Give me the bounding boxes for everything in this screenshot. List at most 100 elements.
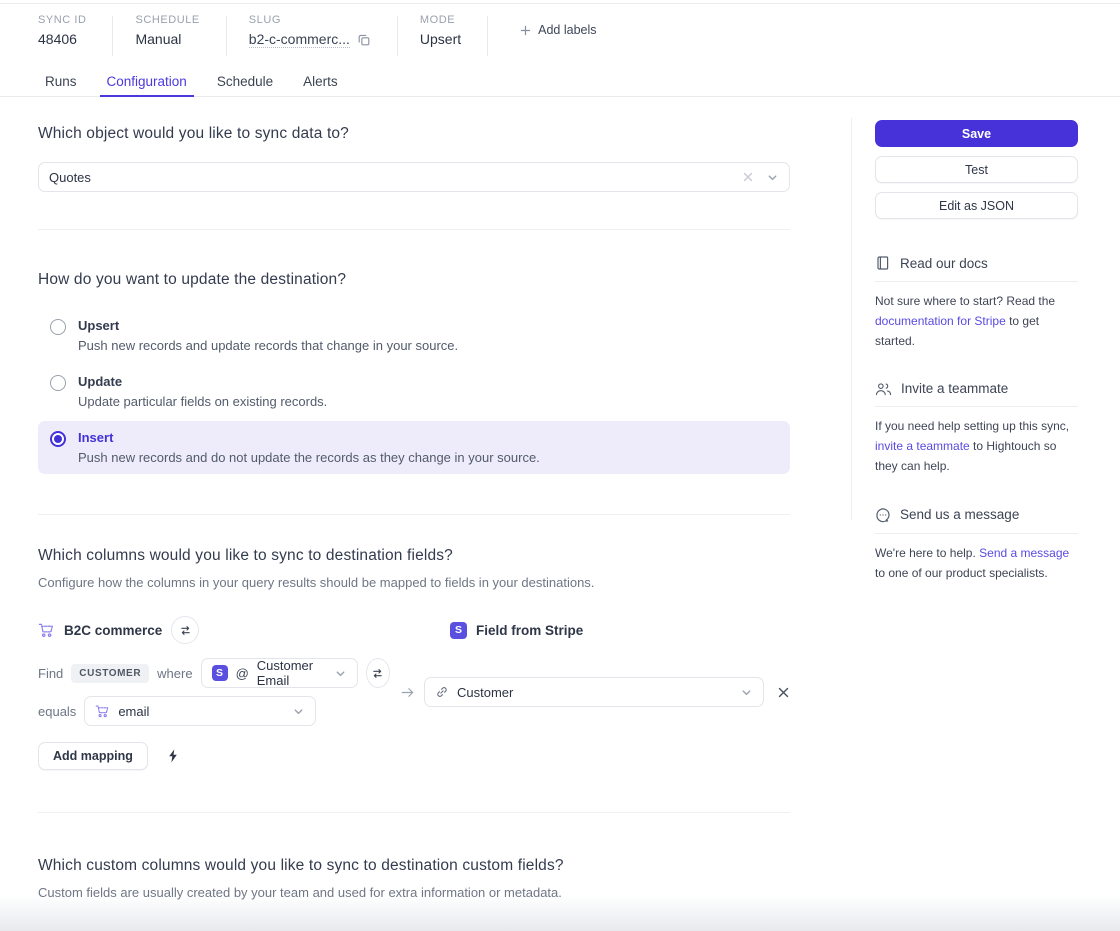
sync-configuration-page: SYNC ID 48406 SCHEDULE Manual SLUG b2-c-… xyxy=(0,0,1120,931)
radio-selected-icon[interactable] xyxy=(50,431,66,447)
invite-text: If you need help setting up this sync, i… xyxy=(875,417,1078,476)
header-divider xyxy=(487,16,488,56)
section-divider xyxy=(38,514,790,515)
add-labels-label: Add labels xyxy=(538,23,596,37)
stripe-icon: S xyxy=(212,665,228,681)
radio-icon[interactable] xyxy=(50,375,66,391)
chevron-down-icon[interactable] xyxy=(766,171,779,184)
invite-teammate-link[interactable]: invite a teammate xyxy=(875,439,970,453)
radio-option-description: Push new records and do not update the r… xyxy=(78,450,540,465)
stat-label: SLUG xyxy=(249,14,371,26)
close-icon xyxy=(777,686,790,699)
top-divider xyxy=(0,3,1120,4)
radio-icon[interactable] xyxy=(50,319,66,335)
stat-mode: MODE Upsert xyxy=(420,14,487,62)
link-icon xyxy=(435,685,449,699)
radio-option-upsert[interactable]: Upsert Push new records and update recor… xyxy=(38,309,790,362)
stripe-icon: S xyxy=(450,622,467,639)
tab-bar: Runs Configuration Schedule Alerts xyxy=(0,62,1120,97)
chevron-down-icon[interactable] xyxy=(292,705,305,718)
mapping-source-header: B2C commerce xyxy=(38,616,424,644)
invite-help-block: Invite a teammate If you need help setti… xyxy=(875,381,1078,476)
book-icon xyxy=(875,255,891,271)
plus-icon xyxy=(520,25,531,36)
destination-field-value: Customer xyxy=(457,685,732,700)
at-icon: @ xyxy=(236,666,249,681)
radio-option-label: Update xyxy=(78,374,327,389)
tab-schedule[interactable]: Schedule xyxy=(217,74,273,96)
send-message-link[interactable]: Send a message xyxy=(979,546,1069,560)
message-title: Send us a message xyxy=(900,507,1019,522)
docs-text-before: Not sure where to start? Read the xyxy=(875,294,1055,308)
tab-configuration[interactable]: Configuration xyxy=(107,74,187,96)
message-text-before: We're here to help. xyxy=(875,546,979,560)
destination-field-label: Field from Stripe xyxy=(476,623,583,638)
copy-slug-button[interactable] xyxy=(357,33,371,47)
test-button[interactable]: Test xyxy=(875,156,1078,183)
edit-as-json-button[interactable]: Edit as JSON xyxy=(875,192,1078,219)
chevron-down-icon[interactable] xyxy=(334,667,347,680)
stat-label: SYNC ID xyxy=(38,14,86,26)
swap-match-button[interactable] xyxy=(366,658,390,688)
message-help-block: Send us a message We're here to help. Se… xyxy=(875,507,1078,584)
custom-description: Custom fields are usually created by you… xyxy=(38,885,790,900)
where-field-value: Customer Email xyxy=(257,658,326,688)
stat-sync-id: SYNC ID 48406 xyxy=(38,14,112,62)
docs-title-row: Read our docs xyxy=(875,255,1078,282)
message-text-after: to one of our product specialists. xyxy=(875,566,1048,580)
radio-option-update[interactable]: Update Update particular fields on exist… xyxy=(38,365,790,418)
mapping-source-condition: Find CUSTOMER where S @ Customer Email xyxy=(38,658,390,726)
mapping-actions: Add mapping xyxy=(38,742,790,770)
chevron-down-icon[interactable] xyxy=(740,686,753,699)
bolt-icon[interactable] xyxy=(168,749,178,763)
configuration-content: Which object would you like to sync data… xyxy=(38,97,790,931)
mapping-row: Find CUSTOMER where S @ Customer Email xyxy=(38,658,790,726)
columns-question: Which columns would you like to sync to … xyxy=(38,547,790,565)
stat-label: SCHEDULE xyxy=(135,14,199,26)
swap-source-button[interactable] xyxy=(171,616,199,644)
docs-title: Read our docs xyxy=(900,256,988,271)
equals-field-value: email xyxy=(118,704,284,719)
clear-icon[interactable] xyxy=(742,171,754,183)
destination-field-select[interactable]: Customer xyxy=(424,677,764,707)
object-question: Which object would you like to sync data… xyxy=(38,125,790,143)
mapping-destination-cell: Customer xyxy=(424,658,790,726)
stat-schedule: SCHEDULE Manual xyxy=(135,14,225,62)
find-label: Find xyxy=(38,666,63,681)
sync-id-value: 48406 xyxy=(38,31,86,47)
remove-mapping-button[interactable] xyxy=(777,686,790,699)
cart-icon xyxy=(95,704,110,719)
slug-value[interactable]: b2-c-commerc... xyxy=(249,31,350,48)
header-divider xyxy=(226,16,227,56)
swap-icon xyxy=(371,667,384,680)
header-divider xyxy=(397,16,398,56)
mapping-header: B2C commerce S Field from Stripe xyxy=(38,616,790,644)
record-type-chip: CUSTOMER xyxy=(71,664,149,683)
radio-option-label: Upsert xyxy=(78,318,458,333)
add-labels-button[interactable]: Add labels xyxy=(520,18,596,42)
stat-label: MODE xyxy=(420,14,461,26)
arrow-right-icon xyxy=(390,658,424,726)
where-field-select[interactable]: S @ Customer Email xyxy=(201,658,358,688)
mode-question: How do you want to update the destinatio… xyxy=(38,271,790,289)
where-label: where xyxy=(157,666,192,681)
documentation-link[interactable]: documentation for Stripe xyxy=(875,314,1006,328)
docs-help-block: Read our docs Not sure where to start? R… xyxy=(875,255,1078,351)
add-mapping-button[interactable]: Add mapping xyxy=(38,742,148,770)
invite-text-before: If you need help setting up this sync, xyxy=(875,419,1069,433)
message-title-row: Send us a message xyxy=(875,507,1078,534)
object-select[interactable]: Quotes xyxy=(38,162,790,192)
equals-field-select[interactable]: email xyxy=(84,696,316,726)
tab-runs[interactable]: Runs xyxy=(45,74,77,96)
cart-icon xyxy=(38,622,55,639)
columns-description: Configure how the columns in your query … xyxy=(38,575,790,590)
radio-option-insert[interactable]: Insert Push new records and do not updat… xyxy=(38,421,790,474)
mode-radio-group: Upsert Push new records and update recor… xyxy=(38,309,790,474)
tab-alerts[interactable]: Alerts xyxy=(303,74,338,96)
radio-option-label: Insert xyxy=(78,430,540,445)
save-button[interactable]: Save xyxy=(875,120,1078,147)
teammates-icon xyxy=(875,382,892,396)
message-text: We're here to help. Send a message to on… xyxy=(875,544,1078,584)
mapping-destination-header: S Field from Stripe xyxy=(424,622,583,639)
header-divider xyxy=(112,16,113,56)
